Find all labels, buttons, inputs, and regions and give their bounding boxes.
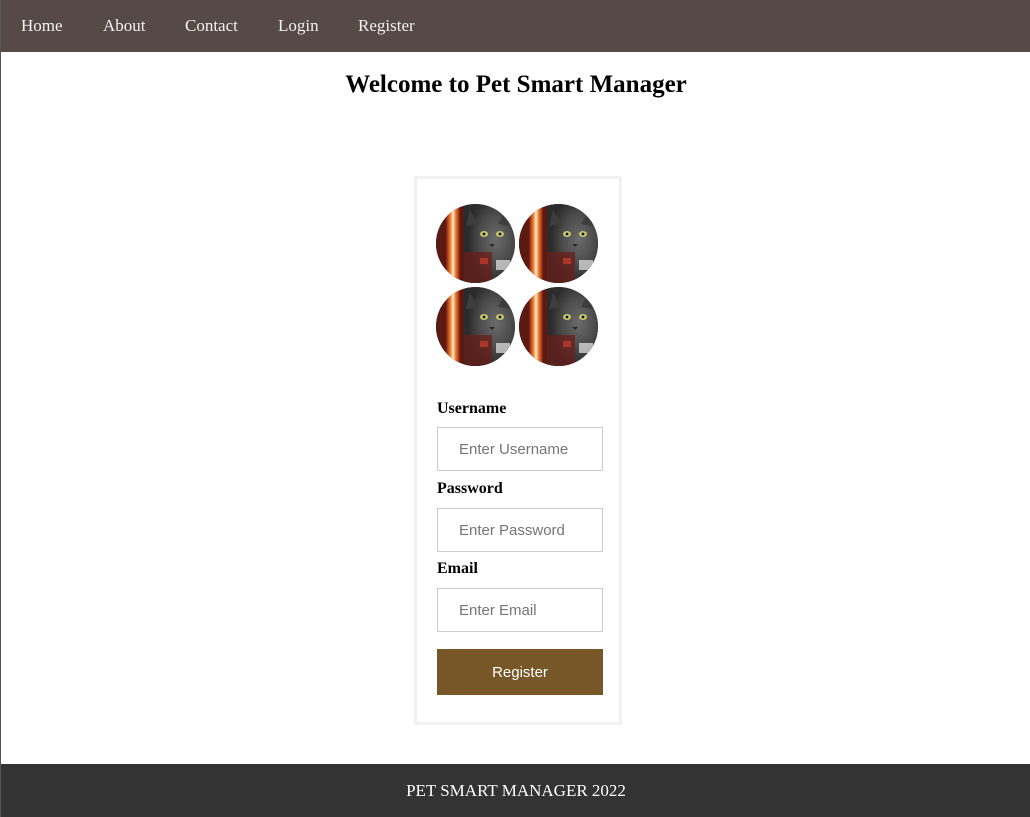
register-button[interactable]: Register [437,649,603,695]
nav-contact[interactable]: Contact [185,0,238,52]
username-label: Username [437,400,507,417]
page-title: Welcome to Pet Smart Manager [345,71,687,98]
password-input[interactable] [437,508,603,552]
navbar: Home About Contact Login Register [1,0,1030,52]
cat-photo-icon [519,204,598,283]
email-label: Email [437,560,478,577]
nav-home[interactable]: Home [21,0,63,52]
nav-about[interactable]: About [103,0,146,52]
cat-photo-icon [436,204,515,283]
email-input[interactable] [437,588,603,632]
password-label: Password [437,480,503,497]
register-form: Username Password Email Register [414,176,622,725]
username-input[interactable] [437,427,603,471]
footer-text: PET SMART MANAGER 2022 [406,781,626,800]
cat-photo-icon [436,287,515,366]
cat-photo-icon [519,287,598,366]
nav-login[interactable]: Login [278,0,319,52]
nav-register[interactable]: Register [358,0,415,52]
footer: PET SMART MANAGER 2022 [1,764,1030,817]
